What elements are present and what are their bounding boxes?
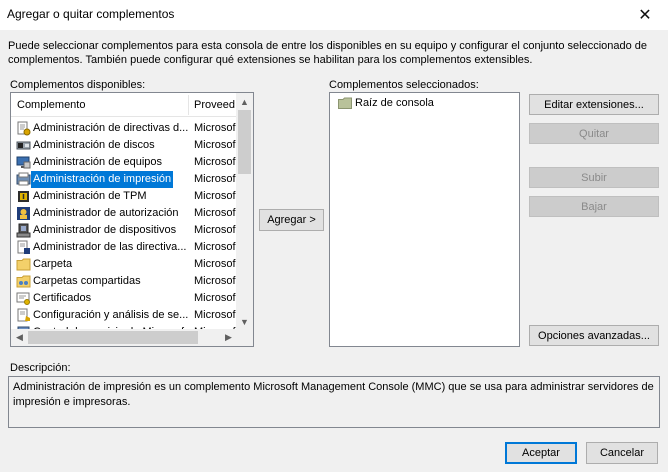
description-box: Administración de impresión es un comple… — [8, 376, 660, 428]
scroll-down-icon[interactable]: ▼ — [236, 313, 253, 330]
snapin-vendor: Microsof — [194, 173, 236, 185]
snapin-vendor: Microsof — [194, 122, 236, 134]
snapin-row[interactable]: Administración de impresión Microsof — [11, 171, 237, 188]
snapin-row[interactable]: Administración de discos Microsof — [11, 137, 237, 154]
horizontal-scrollbar[interactable]: ◀ ▶ — [11, 329, 237, 346]
column-header-snapin[interactable]: Complemento — [17, 99, 85, 111]
snapin-vendor: Microsof — [194, 190, 236, 202]
snapin-row[interactable]: Carpetas compartidas Microsof — [11, 273, 237, 290]
scroll-left-icon[interactable]: ◀ — [11, 329, 28, 346]
description-line1: Administración de impresión es un comple… — [13, 381, 654, 393]
snapin-name: Administración de directivas d... — [33, 122, 189, 134]
scroll-right-icon[interactable]: ▶ — [220, 329, 237, 346]
snapin-row[interactable]: Configuración y análisis de se... Microso… — [11, 307, 237, 324]
intro-text-line2: complementos. También puede configurar q… — [8, 54, 533, 66]
snapin-name: Administrador de autorización — [33, 207, 179, 219]
snapin-name: Configuración y análisis de se... — [33, 309, 189, 321]
snapin-name: Administración de TPM — [33, 190, 147, 202]
folder-icon — [338, 97, 352, 110]
column-header-vendor[interactable]: Proveed — [194, 99, 235, 111]
column-divider[interactable] — [188, 95, 189, 115]
snapin-row[interactable]: Carpeta Microsof — [11, 256, 237, 273]
move-up-button[interactable]: Subir — [529, 167, 659, 188]
edit-extensions-button[interactable]: Editar extensiones... — [529, 94, 659, 115]
print-management-icon — [16, 172, 31, 187]
scrollbar-corner — [236, 329, 253, 346]
authorization-icon — [16, 206, 31, 221]
snapin-row[interactable]: Certificados Microsof — [11, 290, 237, 307]
snapin-name: Carpetas compartidas — [33, 275, 141, 287]
computer-management-icon — [16, 155, 31, 170]
list-header: Complemento Proveed — [11, 93, 237, 117]
snapin-vendor: Microsof — [194, 275, 236, 287]
snapin-row[interactable]: Administración de TPM Microsof — [11, 188, 237, 205]
advanced-options-button[interactable]: Opciones avanzadas... — [529, 325, 659, 346]
snapin-row[interactable]: Administración de directivas d... Microso… — [11, 120, 237, 137]
move-down-button[interactable]: Bajar — [529, 196, 659, 217]
snapin-name: Certificados — [33, 292, 92, 304]
device-manager-icon — [16, 223, 31, 238]
snapin-name: Carpeta — [33, 258, 73, 270]
horizontal-scroll-thumb[interactable] — [28, 331, 198, 344]
security-config-icon — [16, 308, 31, 323]
selected-snapins-tree[interactable]: Raíz de consola — [329, 92, 520, 347]
certificate-icon — [16, 291, 31, 306]
folder-icon — [16, 257, 31, 272]
close-icon[interactable]: ✕ — [622, 0, 668, 30]
snapin-vendor: Microsof — [194, 292, 236, 304]
vertical-scrollbar[interactable]: ▲ ▼ — [236, 93, 253, 330]
snapin-vendor: Microsof — [194, 224, 236, 236]
shared-folders-icon — [16, 274, 31, 289]
available-snapins-label: Complementos disponibles: — [10, 79, 146, 91]
snapin-name: Administración de impresión — [31, 171, 174, 188]
snapin-vendor: Microsof — [194, 241, 236, 253]
cancel-button[interactable]: Cancelar — [586, 442, 658, 464]
remove-button[interactable]: Quitar — [529, 123, 659, 144]
snapin-row[interactable]: Administración de equipos Microsof — [11, 154, 237, 171]
tpm-icon — [16, 189, 31, 204]
snapin-name: Administración de discos — [33, 139, 155, 151]
snapin-vendor: Microsof — [194, 139, 236, 151]
intro-text-line1: Puede seleccionar complementos para esta… — [8, 40, 648, 52]
snapin-vendor: Microsof — [194, 156, 236, 168]
available-snapins-list[interactable]: Complemento Proveed Administración de di… — [10, 92, 254, 347]
snapin-row[interactable]: Administrador de autorización Microsof — [11, 205, 237, 222]
snapin-name: Administrador de dispositivos — [33, 224, 177, 236]
snapin-vendor: Microsof — [194, 207, 236, 219]
snapin-rows: Administración de directivas d... Microso… — [11, 120, 237, 341]
scroll-up-icon[interactable]: ▲ — [236, 93, 253, 110]
ok-button[interactable]: Aceptar — [505, 442, 577, 464]
snapin-row[interactable]: Administrador de dispositivos Microsof — [11, 222, 237, 239]
snapin-row[interactable]: Administrador de las directiva... Microso… — [11, 239, 237, 256]
tree-item-console-root[interactable]: Raíz de consola — [338, 97, 434, 110]
policy-icon — [16, 121, 31, 136]
snapin-vendor: Microsof — [194, 258, 236, 270]
disk-icon — [16, 138, 31, 153]
snapin-name: Administración de equipos — [33, 156, 163, 168]
snapin-name: Administrador de las directiva... — [33, 241, 187, 253]
add-button[interactable]: Agregar > — [259, 209, 324, 231]
selected-snapins-label: Complementos seleccionados: — [329, 79, 479, 91]
window-title: Agregar o quitar complementos — [7, 7, 175, 21]
policy-editor-icon — [16, 240, 31, 255]
description-line2: impresión e impresoras. — [13, 396, 131, 408]
tree-item-label: Raíz de consola — [355, 97, 434, 110]
description-label: Descripción: — [10, 362, 71, 374]
snapin-vendor: Microsof — [194, 309, 236, 321]
vertical-scroll-thumb[interactable] — [238, 110, 251, 174]
